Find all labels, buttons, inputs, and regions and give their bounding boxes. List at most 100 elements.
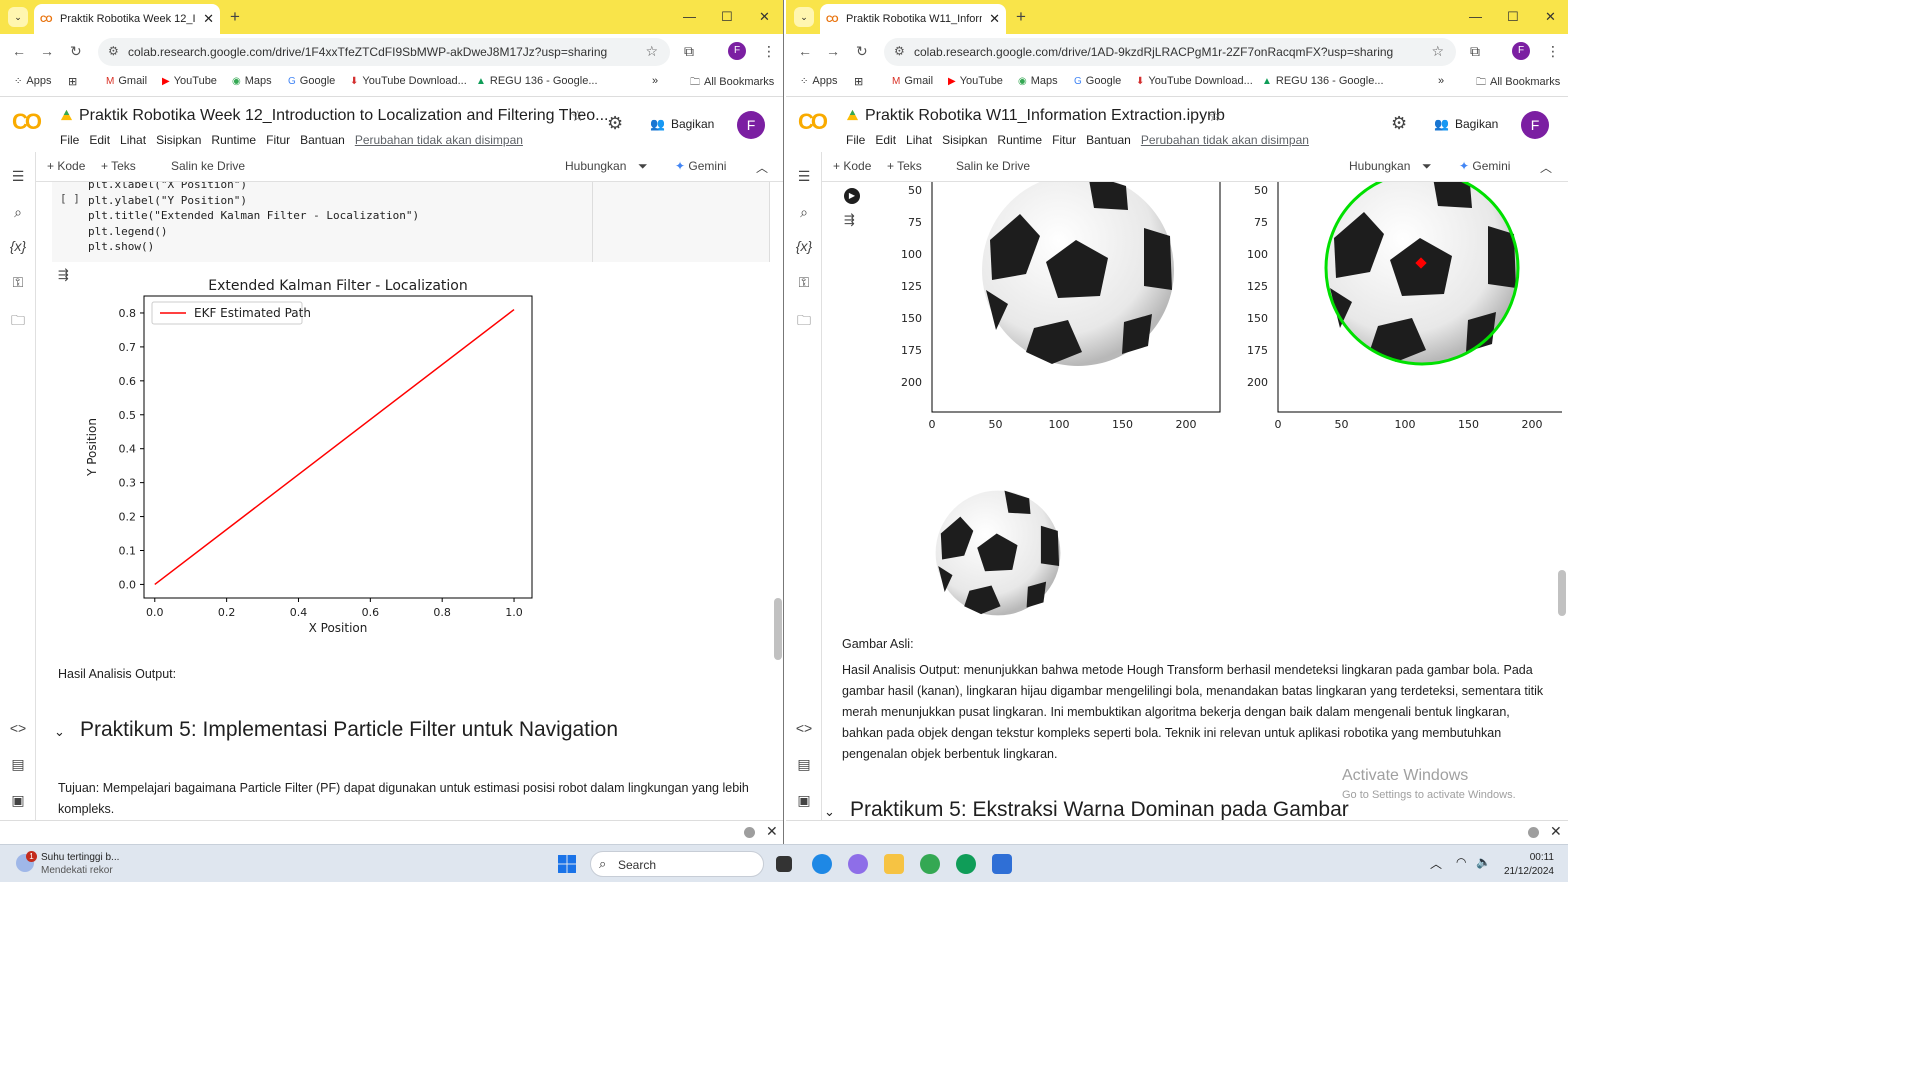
bookmark-all[interactable]: 🗀 All Bookmarks bbox=[690, 75, 774, 92]
star-notebook-icon[interactable]: ☆ bbox=[1208, 107, 1221, 125]
close-window-icon[interactable]: ✕ bbox=[759, 9, 770, 25]
menu-lihat[interactable]: Lihat bbox=[906, 133, 932, 147]
section-heading[interactable]: ⌄ Praktikum 5: Implementasi Particle Filt… bbox=[54, 718, 618, 742]
unsaved-changes-link[interactable]: Perubahan tidak akan disimpan bbox=[355, 133, 523, 147]
settings-gear-icon[interactable]: ⚙ bbox=[607, 113, 623, 134]
more-menu-icon[interactable]: ⋮ bbox=[762, 43, 776, 60]
scrollbar-thumb[interactable] bbox=[1558, 570, 1566, 616]
notebook-title[interactable]: Praktik Robotika Week 12_Introduction to… bbox=[79, 107, 608, 125]
copy-to-drive-button[interactable]: Salin ke Drive bbox=[956, 159, 1030, 173]
edge-dev-icon[interactable] bbox=[956, 854, 976, 874]
add-code-button[interactable]: + Kode bbox=[833, 159, 871, 173]
bookmark-gmail[interactable]: M Gmail bbox=[892, 75, 933, 87]
close-tab-icon[interactable]: ✕ bbox=[989, 11, 1000, 27]
output-toggle-icon[interactable]: ⇶ bbox=[58, 267, 69, 283]
task-view-icon[interactable] bbox=[776, 856, 792, 872]
avatar[interactable]: F bbox=[737, 111, 765, 139]
close-statusbar-icon[interactable]: ✕ bbox=[1550, 823, 1562, 840]
bookmark-youtube[interactable]: ▶ YouTube bbox=[162, 75, 217, 87]
menu-edit[interactable]: Edit bbox=[875, 133, 896, 147]
gemini-button[interactable]: ✦ Gemini bbox=[1459, 159, 1510, 173]
toc-icon[interactable]: ☰ bbox=[9, 168, 27, 185]
section-heading[interactable]: ⌄ Praktikum 5: Ekstraksi Warna Dominan pa… bbox=[824, 798, 1349, 820]
menu-sisipkan[interactable]: Sisipkan bbox=[942, 133, 987, 147]
menu-bantuan[interactable]: Bantuan bbox=[300, 133, 345, 147]
menu-runtime[interactable]: Runtime bbox=[997, 133, 1042, 147]
colab-logo[interactable]: CO bbox=[12, 109, 42, 135]
minimize-icon[interactable]: — bbox=[683, 9, 696, 24]
close-window-icon[interactable]: ✕ bbox=[1545, 9, 1556, 25]
wifi-icon[interactable]: ◠ bbox=[1456, 855, 1466, 869]
bookmark-all[interactable]: 🗀 All Bookmarks bbox=[1476, 75, 1560, 92]
bookmark-youtube-download[interactable]: ⬇ YouTube Download... bbox=[350, 75, 467, 87]
code-snippets-icon[interactable]: <> bbox=[9, 720, 27, 736]
section-chevron-icon[interactable]: ⌄ bbox=[54, 724, 66, 740]
google-apps-icon[interactable]: ⊞ bbox=[854, 75, 863, 88]
menu-fitur[interactable]: Fitur bbox=[1052, 133, 1076, 147]
reload-icon[interactable]: ↻ bbox=[70, 43, 82, 60]
forward-icon[interactable]: → bbox=[40, 43, 54, 59]
bookmark-youtube[interactable]: ▶ YouTube bbox=[948, 75, 1003, 87]
forward-icon[interactable]: → bbox=[826, 43, 840, 59]
more-menu-icon[interactable]: ⋮ bbox=[1546, 43, 1560, 60]
new-tab-icon[interactable]: + bbox=[1016, 7, 1026, 27]
browser-tab[interactable]: CO Praktik Robotika W11_Informati ✕ bbox=[820, 4, 1006, 34]
maximize-icon[interactable]: ☐ bbox=[721, 9, 733, 25]
menu-edit[interactable]: Edit bbox=[89, 133, 110, 147]
bookmark-star-icon[interactable]: ☆ bbox=[1431, 43, 1444, 60]
more-bookmarks-icon[interactable]: » bbox=[1438, 75, 1444, 87]
files-folder-icon[interactable]: 🗀 bbox=[9, 310, 27, 334]
taskbar-search[interactable]: ⌕ Search bbox=[590, 851, 764, 877]
add-code-button[interactable]: + Kode bbox=[47, 159, 85, 173]
share-button[interactable]: 👥 Bagikan bbox=[650, 117, 714, 131]
terminal-icon[interactable]: ▣ bbox=[9, 792, 27, 809]
menu-runtime[interactable]: Runtime bbox=[211, 133, 256, 147]
extensions-icon[interactable]: ⧉ bbox=[684, 43, 694, 60]
run-cell-icon[interactable]: ▶ bbox=[844, 188, 860, 204]
file-explorer-icon[interactable] bbox=[884, 854, 904, 874]
reload-icon[interactable]: ↻ bbox=[856, 43, 868, 60]
gemini-button[interactable]: ✦ Gemini bbox=[675, 159, 726, 173]
more-bookmarks-icon[interactable]: » bbox=[652, 75, 658, 87]
collapse-chevron-icon[interactable]: ︿ bbox=[1540, 159, 1552, 176]
back-icon[interactable]: ← bbox=[12, 43, 26, 59]
connect-dropdown-icon[interactable]: ⏷ bbox=[1422, 159, 1432, 174]
menu-bantuan[interactable]: Bantuan bbox=[1086, 133, 1131, 147]
close-statusbar-icon[interactable]: ✕ bbox=[766, 823, 778, 840]
search-icon[interactable]: ⌕ bbox=[9, 204, 27, 221]
bookmark-apps[interactable]: ⁘ Apps bbox=[800, 75, 837, 87]
copilot-icon[interactable] bbox=[848, 854, 868, 874]
menu-fitur[interactable]: Fitur bbox=[266, 133, 290, 147]
site-info-icon[interactable]: ⚙ bbox=[894, 44, 905, 58]
secrets-key-icon[interactable]: ⚿ bbox=[9, 274, 27, 291]
connect-button[interactable]: Hubungkan bbox=[565, 159, 626, 173]
collapse-chevron-icon[interactable]: ︿ bbox=[756, 159, 768, 176]
secrets-key-icon[interactable]: ⚿ bbox=[795, 274, 813, 291]
bookmark-regu[interactable]: ▲ REGU 136 - Google... bbox=[476, 75, 598, 87]
share-button[interactable]: 👥 Bagikan bbox=[1434, 117, 1498, 131]
minimize-icon[interactable]: — bbox=[1469, 9, 1482, 24]
browser-tab[interactable]: CO Praktik Robotika Week 12_Intro ✕ bbox=[34, 4, 220, 34]
settings-gear-icon[interactable]: ⚙ bbox=[1391, 113, 1407, 134]
command-palette-icon[interactable]: ▤ bbox=[9, 756, 27, 773]
bookmark-maps[interactable]: ◉ Maps bbox=[232, 75, 272, 87]
new-tab-icon[interactable]: + bbox=[230, 7, 240, 27]
menu-file[interactable]: File bbox=[846, 133, 865, 147]
code-editor[interactable]: plt.xlabel("X Position") plt.ylabel("Y P… bbox=[88, 182, 419, 255]
extensions-icon[interactable]: ⧉ bbox=[1470, 43, 1480, 60]
terminal-icon[interactable]: ▣ bbox=[795, 792, 813, 809]
profile-icon[interactable]: F bbox=[1512, 42, 1530, 60]
bookmark-regu[interactable]: ▲ REGU 136 - Google... bbox=[1262, 75, 1384, 87]
store-icon[interactable] bbox=[992, 854, 1012, 874]
notebook-title[interactable]: Praktik Robotika W11_Information Extract… bbox=[865, 107, 1225, 125]
files-folder-icon[interactable]: 🗀 bbox=[795, 310, 813, 334]
menu-lihat[interactable]: Lihat bbox=[120, 133, 146, 147]
back-icon[interactable]: ← bbox=[798, 43, 812, 59]
bookmark-google[interactable]: G Google bbox=[288, 75, 335, 87]
add-text-button[interactable]: + Teks bbox=[101, 159, 136, 173]
bookmark-google[interactable]: G Google bbox=[1074, 75, 1121, 87]
star-notebook-icon[interactable]: ☆ bbox=[571, 107, 584, 125]
connect-button[interactable]: Hubungkan bbox=[1349, 159, 1410, 173]
profile-icon[interactable]: F bbox=[728, 42, 746, 60]
tab-search-button[interactable]: ⌄ bbox=[794, 7, 814, 27]
